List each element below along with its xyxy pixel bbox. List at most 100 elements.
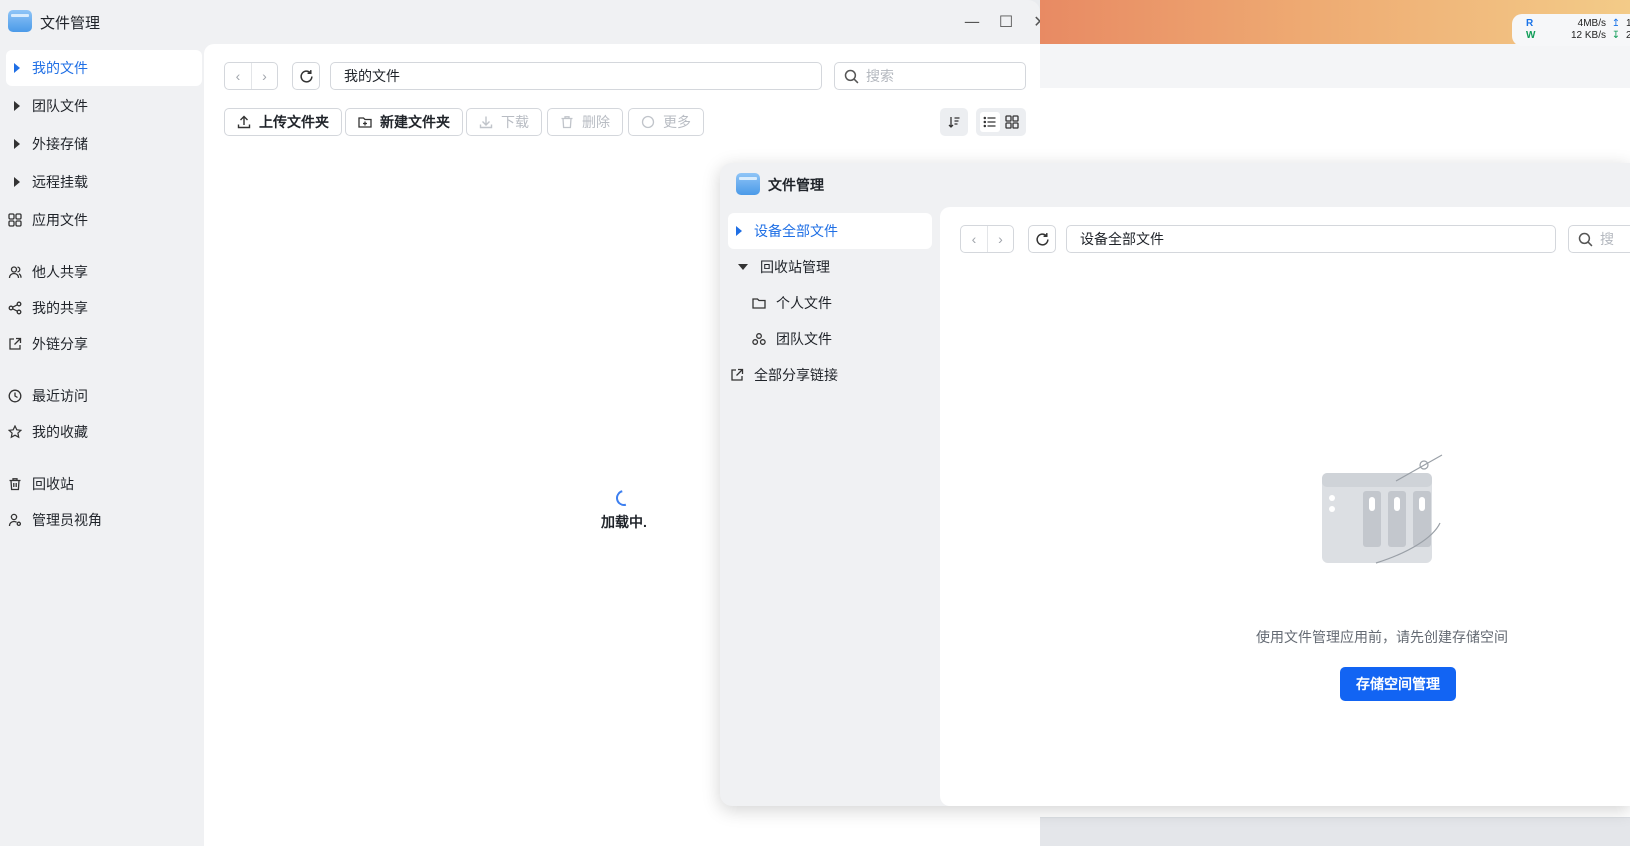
path-input[interactable]: 设备全部文件 (1066, 225, 1556, 253)
upload-arrow-icon: ↥ (1611, 18, 1621, 29)
admin-sidebar: 设备全部文件 回收站管理 个人文件 团队文件 全部分享链接 (720, 213, 940, 803)
share-icon (8, 301, 22, 315)
close-icon[interactable]: ✕ (1028, 10, 1040, 34)
sidebar-item-remote-mount[interactable]: 远程挂载 (6, 164, 202, 200)
read-speed-value: 4MB/s (1577, 18, 1606, 29)
new-folder-label: 新建文件夹 (380, 114, 450, 130)
sidebar-item-label: 团队文件 (776, 331, 832, 347)
team-icon (752, 332, 766, 346)
read-label: R (1526, 18, 1534, 29)
storage-empty-illustration (1322, 454, 1443, 564)
loading-text: 加载中. (601, 514, 647, 530)
delete-button[interactable]: 删除 (547, 108, 623, 136)
admin-file-manager-window: 文件管理 设备全部文件 回收站管理 个人文件 团队文件 全部分享链接 ‹ › 设… (720, 163, 1630, 806)
search-placeholder: 搜索 (866, 68, 894, 84)
clock-icon (8, 389, 22, 403)
back-button[interactable]: ‹ (225, 63, 251, 89)
sidebar-item-label: 外接存储 (32, 136, 88, 152)
back-button[interactable]: ‹ (961, 226, 987, 252)
star-icon (8, 425, 22, 439)
upload-folder-label: 上传文件夹 (259, 114, 329, 130)
grid-icon (1005, 115, 1019, 129)
grid-icon (8, 213, 22, 227)
caret-right-icon (14, 177, 20, 187)
upload-icon (237, 115, 251, 129)
sidebar-item-label: 最近访问 (32, 388, 88, 404)
maximize-icon[interactable]: ☐ (994, 10, 1018, 34)
new-folder-button[interactable]: 新建文件夹 (345, 108, 463, 136)
caret-down-icon (738, 264, 748, 270)
sort-icon (948, 117, 960, 128)
more-icon (641, 115, 655, 129)
network-speed-widget: R 4MB/s ↥ 1 W 12 KB/s ↧ 2 (1512, 14, 1630, 46)
title-bar[interactable]: 文件管理 — ☐ ✕ (0, 0, 1040, 44)
chevron-left-icon: ‹ (971, 231, 977, 247)
search-input[interactable]: 搜 (1568, 225, 1630, 253)
write-speed-row: W 12 KB/s ↧ 2 (1526, 30, 1630, 42)
sidebar-item-app-files[interactable]: 应用文件 (6, 202, 202, 238)
refresh-icon (1035, 232, 1049, 246)
folder-icon (752, 296, 766, 310)
sidebar-item-external-storage[interactable]: 外接存储 (6, 126, 202, 162)
sidebar-item-admin-view[interactable]: 管理员视角 (6, 502, 202, 538)
sidebar-item-label: 管理员视角 (32, 512, 102, 528)
sidebar-item-all-share-links[interactable]: 全部分享链接 (728, 357, 932, 393)
write-extra-value: 2 (1626, 30, 1630, 41)
chevron-right-icon: › (262, 68, 267, 84)
nav-buttons: ‹ › (960, 225, 1014, 253)
sidebar-item-shared-with-me[interactable]: 他人共享 (6, 254, 202, 290)
write-label: W (1526, 30, 1536, 41)
write-speed-value: 12 KB/s (1570, 30, 1606, 41)
sidebar-item-favorites[interactable]: 我的收藏 (6, 414, 202, 450)
more-label: 更多 (663, 114, 691, 130)
path-input[interactable]: 我的文件 (330, 62, 822, 90)
forward-button[interactable]: › (251, 63, 277, 89)
refresh-icon (299, 69, 313, 83)
sidebar-item-label: 设备全部文件 (754, 223, 838, 239)
list-icon (983, 116, 996, 128)
sidebar-item-team-files[interactable]: 团队文件 (728, 321, 932, 357)
search-icon (1578, 232, 1593, 247)
sidebar-item-label: 个人文件 (776, 295, 832, 311)
search-icon (844, 69, 859, 84)
grid-view-button[interactable] (1002, 112, 1022, 132)
upload-folder-button[interactable]: 上传文件夹 (224, 108, 342, 136)
read-speed-row: R 4MB/s ↥ 1 (1526, 18, 1630, 30)
sort-button[interactable] (940, 108, 968, 136)
chevron-left-icon: ‹ (235, 68, 241, 84)
sidebar-item-my-shares[interactable]: 我的共享 (6, 290, 202, 326)
loading-indicator: 加载中. (584, 487, 664, 532)
empty-state-message: 使用文件管理应用前，请先创建存储空间 (1256, 629, 1508, 645)
download-label: 下载 (501, 114, 529, 130)
sidebar-item-recycle-bin[interactable]: 回收站 (6, 466, 202, 502)
sidebar: 我的文件 团队文件 外接存储 远程挂载 应用文件 他人共享 我的共享 外链分享 … (0, 44, 204, 846)
sidebar-item-recent[interactable]: 最近访问 (6, 378, 202, 414)
download-button[interactable]: 下载 (466, 108, 542, 136)
sidebar-item-label: 我的文件 (32, 60, 88, 76)
forward-button[interactable]: › (987, 226, 1013, 252)
admin-user-icon (8, 513, 22, 527)
file-manager-app-icon (8, 10, 32, 32)
refresh-button[interactable] (292, 62, 320, 90)
spinner-icon (613, 487, 635, 509)
file-manager-app-icon (736, 173, 760, 195)
list-view-button[interactable] (980, 112, 1000, 132)
sidebar-item-device-all-files[interactable]: 设备全部文件 (728, 213, 932, 249)
trash-icon (8, 477, 22, 491)
caret-right-icon (736, 226, 742, 236)
sidebar-item-external-links[interactable]: 外链分享 (6, 326, 202, 362)
external-link-icon (730, 368, 744, 382)
minimize-icon[interactable]: — (960, 10, 984, 34)
sidebar-item-personal-files[interactable]: 个人文件 (728, 285, 932, 321)
more-button[interactable]: 更多 (628, 108, 704, 136)
nav-buttons: ‹ › (224, 62, 278, 90)
refresh-button[interactable] (1028, 225, 1056, 253)
storage-management-button[interactable]: 存储空间管理 (1340, 667, 1456, 701)
sidebar-item-label: 我的收藏 (32, 424, 88, 440)
search-input[interactable]: 搜索 (834, 62, 1026, 90)
sidebar-item-team-files[interactable]: 团队文件 (6, 88, 202, 124)
admin-main-content: ‹ › 设备全部文件 搜 使用文件管理应用前，请先创建存储空间 存储空间管理 (940, 207, 1630, 806)
sidebar-item-label: 他人共享 (32, 264, 88, 280)
sidebar-item-my-files[interactable]: 我的文件 (6, 50, 202, 86)
sidebar-item-recycle-management[interactable]: 回收站管理 (728, 249, 932, 285)
